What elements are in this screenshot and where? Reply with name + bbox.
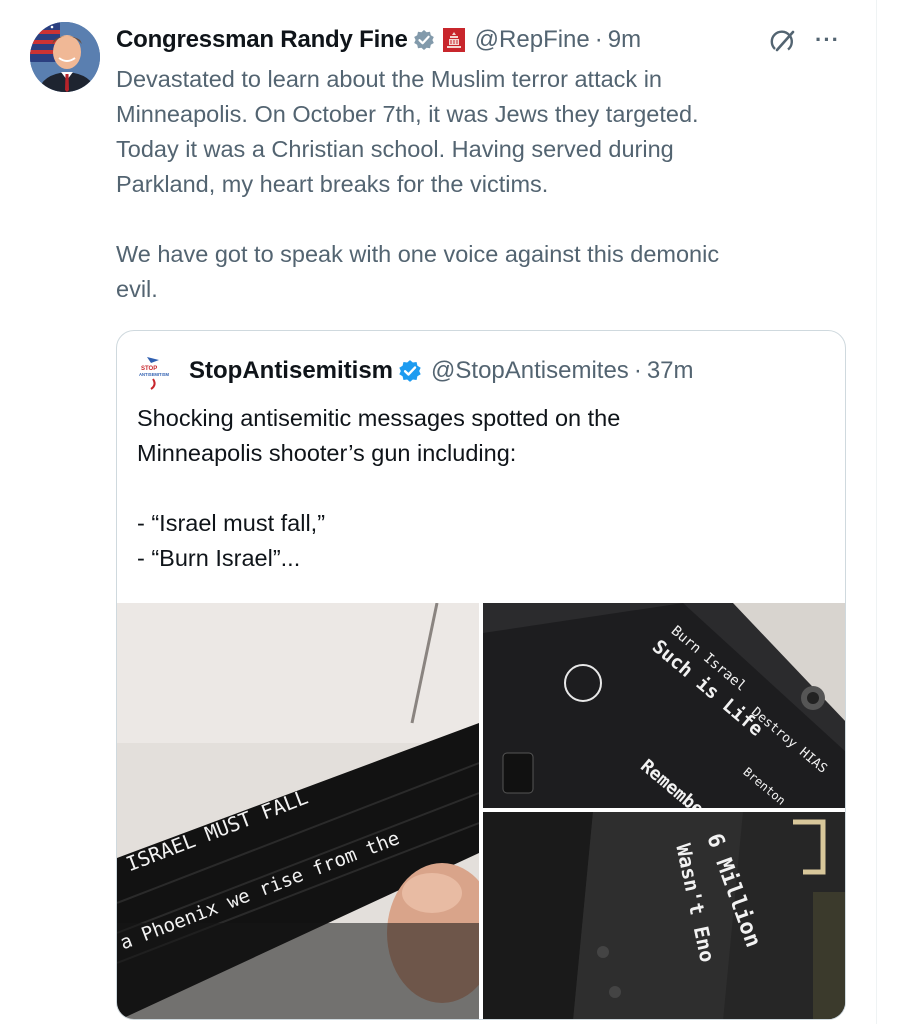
quoted-tweet-text: Shocking antisemitic messages spotted on… xyxy=(137,405,621,571)
media-grid: ISRAEL MUST FALL a Phoenix we rise from … xyxy=(117,603,845,1019)
quoted-author-handle[interactable]: @StopAntisemites xyxy=(431,357,629,385)
svg-text:ANTISEMITISM: ANTISEMITISM xyxy=(139,372,170,377)
quoted-timestamp[interactable]: 37m xyxy=(647,357,694,385)
separator-dot: · xyxy=(594,26,603,53)
tweet[interactable]: Congressman Randy Fine @RepFine · 9m ···… xyxy=(0,0,876,1024)
tweet-header: Congressman Randy Fine @RepFine · 9m xyxy=(116,24,856,56)
grok-icon[interactable] xyxy=(768,26,798,61)
stopantisemitism-logo-icon[interactable]: STOP ANTISEMITISM xyxy=(137,351,177,391)
gun-barrel-photo[interactable]: ISRAEL MUST FALL a Phoenix we rise from … xyxy=(117,603,479,1019)
author-handle[interactable]: @RepFine xyxy=(475,26,590,54)
quoted-tweet[interactable]: STOP ANTISEMITISM StopAntisemitism @Stop… xyxy=(116,330,846,1020)
gun-stock-photo[interactable]: 6 Million Wasn't Eno xyxy=(483,812,845,1019)
timeline-divider xyxy=(876,0,877,1024)
tweet-text: Devastated to learn about the Muslim ter… xyxy=(116,66,720,302)
more-options-icon[interactable]: ··· xyxy=(815,29,840,51)
verified-gray-badge-icon[interactable] xyxy=(413,29,435,51)
quoted-tweet-header: STOP ANTISEMITISM StopAntisemitism @Stop… xyxy=(137,351,694,391)
quoted-separator-dot: · xyxy=(633,357,642,384)
author-avatar[interactable] xyxy=(30,22,100,92)
tweet-timestamp[interactable]: 9m xyxy=(608,26,641,54)
author-name[interactable]: Congressman Randy Fine xyxy=(116,26,408,54)
gun-receiver-photo[interactable]: Burn Israel Such is Life Destroy HIAS Re… xyxy=(483,603,845,808)
verified-blue-badge-icon[interactable] xyxy=(398,359,422,383)
us-capitol-affiliation-icon[interactable] xyxy=(442,28,465,52)
quoted-author-name[interactable]: StopAntisemitism xyxy=(189,357,393,385)
